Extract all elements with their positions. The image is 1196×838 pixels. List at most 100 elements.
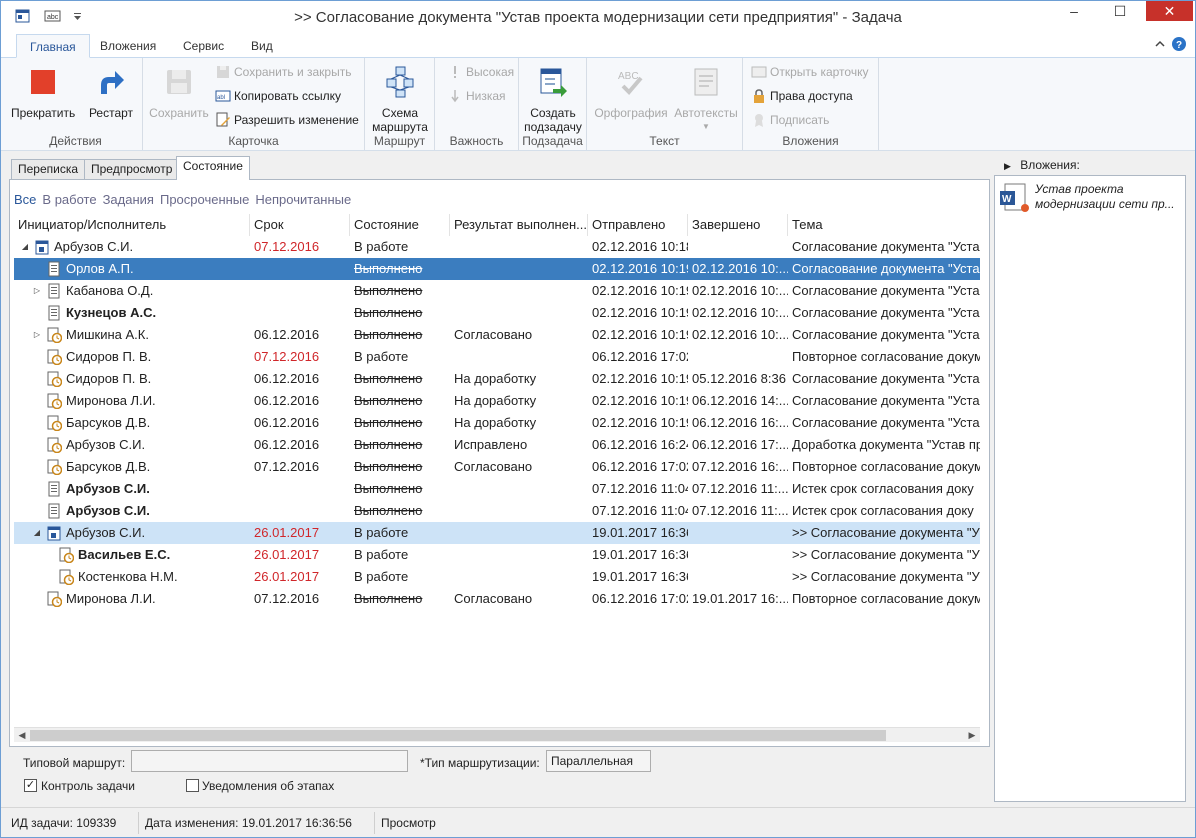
- high-importance-button[interactable]: Высокая: [447, 62, 514, 82]
- tab-attachments[interactable]: Вложения: [87, 34, 169, 58]
- table-row[interactable]: Миронова Л.И. 07.12.2016 Выполнено Согласов…: [14, 588, 980, 610]
- tab-service[interactable]: Сервис: [170, 34, 237, 58]
- copy-link-button[interactable]: abl Копировать ссылку: [215, 86, 341, 106]
- cell-sent: 07.12.2016 11:04: [592, 481, 688, 496]
- table-row[interactable]: Арбузов С.И. 06.12.2016 Выполнено Исправлен…: [14, 434, 980, 456]
- scroll-left-icon[interactable]: ◀: [14, 728, 30, 743]
- cell-state: Выполнено: [354, 283, 423, 298]
- open-card-button[interactable]: Открыть карточку: [751, 62, 868, 82]
- table-row[interactable]: Васильев Е.С. 26.01.2017 В работе 19.01.201…: [14, 544, 980, 566]
- column-header-subject[interactable]: Тема: [788, 214, 980, 236]
- stop-button[interactable]: Прекратить: [11, 64, 75, 120]
- cell-done: 19.01.2017 16:...: [692, 591, 788, 606]
- filter-overdue[interactable]: Просроченные: [160, 192, 249, 207]
- access-rights-button[interactable]: Права доступа: [751, 86, 853, 106]
- table-row[interactable]: Сидоров П. В. 06.12.2016 Выполнено На дораб…: [14, 368, 980, 390]
- scroll-right-icon[interactable]: ▶: [964, 728, 980, 743]
- table-row[interactable]: ◢ Арбузов С.И. 07.12.2016 В работе 02.12.201…: [14, 236, 980, 258]
- column-header-result[interactable]: Результат выполнен...: [450, 214, 588, 236]
- tab-home[interactable]: Главная: [16, 34, 90, 58]
- cell-assignee: Костенкова Н.М.: [78, 569, 178, 584]
- tree-expander-icon[interactable]: ▷: [32, 286, 42, 296]
- control-checkbox[interactable]: ✓: [24, 779, 37, 792]
- restart-arrow-icon: [93, 64, 129, 100]
- low-importance-button[interactable]: Низкая: [447, 86, 506, 106]
- assignment-clock-icon: [46, 415, 63, 432]
- sign-button[interactable]: Подписать: [751, 110, 829, 130]
- tab-view[interactable]: Вид: [238, 34, 286, 58]
- cell-due: 07.12.2016: [254, 459, 320, 474]
- maximize-button[interactable]: ☐: [1097, 1, 1143, 21]
- create-subtask-button[interactable]: Создать подзадачу: [521, 64, 585, 134]
- routing-type-field[interactable]: Параллельная: [546, 750, 651, 772]
- tree-expander-icon[interactable]: ◢: [20, 242, 30, 252]
- assignment-clock-icon: [46, 327, 63, 344]
- column-header-due[interactable]: Срок: [250, 214, 350, 236]
- table-row[interactable]: Миронова Л.И. 06.12.2016 Выполнено На дораб…: [14, 390, 980, 412]
- table-row[interactable]: Барсуков Д.В. 07.12.2016 Выполнено Согласов…: [14, 456, 980, 478]
- minimize-button[interactable]: –: [1051, 1, 1097, 21]
- cell-result: Согласовано: [454, 591, 533, 606]
- cell-due: 06.12.2016: [254, 371, 320, 386]
- cell-result: [452, 280, 588, 302]
- column-header-assignee[interactable]: Инициатор/Исполнитель: [14, 214, 250, 236]
- tab-preview[interactable]: Предпросмотр: [84, 159, 180, 179]
- tree-expander-icon[interactable]: ◢: [32, 528, 42, 538]
- table-row[interactable]: Орлов А.П. Выполнено 02.12.2016 10:19 02.12…: [14, 258, 980, 280]
- attachments-header[interactable]: ▶ Вложения:: [1004, 158, 1080, 172]
- autotext-button[interactable]: Автотексты ▼: [671, 64, 741, 134]
- cell-subject: Доработка документа "Устав пр: [792, 437, 980, 452]
- table-row[interactable]: ▷ Мишкина А.К. 06.12.2016 Выполнено Согласов…: [14, 324, 980, 346]
- tab-status[interactable]: Состояние: [176, 156, 250, 180]
- table-row[interactable]: Костенкова Н.М. 26.01.2017 В работе 19.01.2…: [14, 566, 980, 588]
- group-route: Схема маршрута Маршрут: [365, 58, 435, 150]
- tree-expander-icon[interactable]: ▷: [32, 330, 42, 340]
- table-row[interactable]: Барсуков Д.В. 06.12.2016 Выполнено На дораб…: [14, 412, 980, 434]
- stop-icon: [25, 64, 61, 100]
- help-icon[interactable]: ?: [1171, 36, 1187, 55]
- create-subtask-icon: [535, 64, 571, 100]
- route-scheme-button[interactable]: Схема маршрута: [367, 64, 433, 134]
- cell-subject: Согласование документа "Устав: [792, 305, 980, 320]
- cell-subject: Согласование документа "Устав: [792, 327, 980, 342]
- tab-correspondence[interactable]: Переписка: [11, 159, 86, 179]
- notice-document-icon: [46, 503, 62, 519]
- close-button[interactable]: ✕: [1146, 1, 1193, 21]
- save-button[interactable]: Сохранить: [147, 64, 211, 120]
- cell-sent: 06.12.2016 17:02: [592, 459, 688, 474]
- attachment-item[interactable]: W Устав проекта модернизации сети пр...: [999, 182, 1185, 216]
- save-close-button[interactable]: Сохранить и закрыть: [215, 62, 351, 82]
- allow-change-button[interactable]: Разрешить изменение: [215, 110, 359, 130]
- cell-sent: 19.01.2017 16:36: [592, 547, 688, 562]
- cell-done: 06.12.2016 16:...: [692, 415, 788, 430]
- filter-all[interactable]: Все: [14, 192, 36, 207]
- scrollbar-thumb[interactable]: [30, 730, 886, 741]
- status-modified: Дата изменения: 19.01.2017 16:36:56: [139, 812, 375, 834]
- horizontal-scrollbar[interactable]: ◀ ▶: [14, 727, 980, 742]
- filter-tasks[interactable]: Задания: [103, 192, 154, 207]
- restart-button[interactable]: Рестарт: [81, 64, 141, 120]
- column-header-state[interactable]: Состояние: [350, 214, 450, 236]
- cell-done: 06.12.2016 17:...: [692, 437, 788, 452]
- notice-document-icon: [46, 305, 62, 321]
- route-field[interactable]: [131, 750, 408, 772]
- table-row[interactable]: Сидоров П. В. 07.12.2016 В работе 06.12.201…: [14, 346, 980, 368]
- table-row[interactable]: Кузнецов А.С. Выполнено 02.12.2016 10:19 02…: [14, 302, 980, 324]
- table-row[interactable]: ▷ Кабанова О.Д. Выполнено 02.12.2016 10:19 0…: [14, 280, 980, 302]
- column-header-sent[interactable]: Отправлено: [588, 214, 688, 236]
- filter-in-progress[interactable]: В работе: [42, 192, 96, 207]
- cell-done: [690, 346, 788, 368]
- cell-sent: 02.12.2016 10:18: [592, 239, 688, 254]
- spelling-button[interactable]: ABC Орфография: [591, 64, 671, 120]
- cell-subject: Истек срок согласования доку: [792, 481, 974, 496]
- column-header-done[interactable]: Завершено: [688, 214, 788, 236]
- filter-unread[interactable]: Непрочитанные: [255, 192, 351, 207]
- cell-assignee: Барсуков Д.В.: [66, 459, 151, 474]
- cell-result: [452, 544, 588, 566]
- notify-checkbox[interactable]: [186, 779, 199, 792]
- table-row[interactable]: ◢ Арбузов С.И. 26.01.2017 В работе 19.01.201…: [14, 522, 980, 544]
- table-row[interactable]: Арбузов С.И. Выполнено 07.12.2016 11:04 07.…: [14, 500, 980, 522]
- collapse-ribbon-icon[interactable]: [1155, 38, 1165, 52]
- cell-result: Согласовано: [454, 459, 533, 474]
- table-row[interactable]: Арбузов С.И. Выполнено 07.12.2016 11:04 07.…: [14, 478, 980, 500]
